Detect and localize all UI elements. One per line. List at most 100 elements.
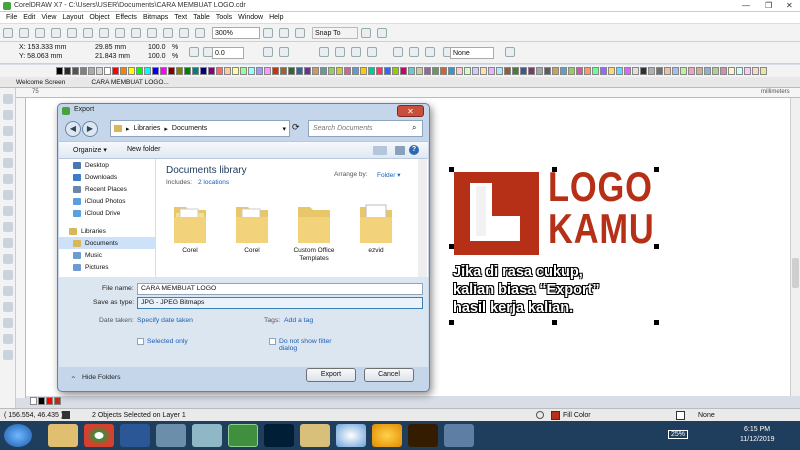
swatch-black[interactable] [38, 397, 45, 405]
open-icon[interactable] [19, 27, 29, 38]
includes-locations-link[interactable]: 2 locations [198, 179, 229, 186]
organize-button[interactable]: Organize ▾ [73, 146, 107, 154]
dialog-close-button[interactable]: ✕ [397, 105, 424, 117]
preview-pane-icon[interactable] [395, 146, 405, 155]
new-icon[interactable] [3, 27, 13, 38]
selection-handle[interactable] [552, 320, 557, 325]
palette-swatch[interactable] [200, 67, 207, 75]
palette-swatch[interactable] [416, 67, 423, 75]
cancel-button[interactable]: Cancel [364, 368, 414, 382]
snap-to-dropdown[interactable]: Snap To [312, 26, 358, 39]
palette-swatch[interactable] [520, 67, 527, 75]
palette-swatch[interactable] [640, 67, 647, 75]
parallel-dimension-tool-icon[interactable] [2, 254, 13, 264]
nav-item[interactable]: Music [59, 249, 155, 261]
scrollbar-thumb[interactable] [792, 258, 799, 288]
freehand-tool-icon[interactable] [2, 158, 13, 168]
ungroup-all-icon[interactable] [367, 47, 377, 57]
palette-swatch[interactable] [72, 67, 79, 75]
palette-swatch[interactable] [104, 67, 111, 75]
caption-text[interactable]: Jika di rasa cukup, kalian biasa “Export… [453, 263, 600, 317]
palette-swatch[interactable] [320, 67, 327, 75]
drop-shadow-tool-icon[interactable] [2, 286, 13, 296]
menu-text[interactable]: Text [174, 14, 187, 21]
nav-item[interactable]: Recent Places [59, 183, 155, 195]
palette-swatch[interactable] [448, 67, 455, 75]
menu-view[interactable]: View [41, 14, 56, 21]
palette-swatch[interactable] [688, 67, 695, 75]
address-bar[interactable]: ▸ Libraries ▸ Documents ▾ [110, 120, 290, 137]
maximize-button[interactable]: ❐ [765, 1, 772, 10]
palette-swatch[interactable] [616, 67, 623, 75]
word-icon[interactable] [120, 424, 150, 447]
folder-icon[interactable] [358, 199, 394, 245]
palette-swatch[interactable] [352, 67, 359, 75]
palette-swatch[interactable] [368, 67, 375, 75]
logo-text[interactable]: LOGO KAMU [548, 166, 655, 250]
palette-swatch[interactable] [288, 67, 295, 75]
menu-table[interactable]: Table [193, 14, 210, 21]
palette-swatch[interactable] [256, 67, 263, 75]
chrome-icon[interactable] [84, 424, 114, 447]
clock-date[interactable]: 11/12/2019 [740, 436, 775, 443]
rotation-field[interactable]: 0.0 [212, 47, 244, 59]
palette-swatch[interactable] [128, 67, 135, 75]
nav-item[interactable]: Documents [59, 237, 155, 249]
save-icon[interactable] [35, 27, 45, 38]
outline-color-swatch[interactable] [676, 411, 685, 420]
palette-swatch[interactable] [392, 67, 399, 75]
palette-swatch[interactable] [272, 67, 279, 75]
app-icon[interactable] [156, 424, 186, 447]
palette-swatch[interactable] [456, 67, 463, 75]
x-position-field[interactable]: X: 153.333 mm [19, 44, 66, 51]
file-item-label[interactable]: Corel [222, 247, 282, 255]
nav-item[interactable]: Pictures [59, 261, 155, 273]
start-button[interactable] [4, 424, 32, 447]
palette-swatch[interactable] [680, 67, 687, 75]
breadcrumb-libraries[interactable]: Libraries [134, 125, 161, 132]
palette-swatch[interactable] [240, 67, 247, 75]
forward-arrow-icon[interactable]: ▶ [82, 121, 98, 137]
height-field[interactable]: 21.843 mm [95, 53, 130, 60]
swatch-brand[interactable] [54, 397, 61, 405]
palette-swatch[interactable] [592, 67, 599, 75]
help-icon[interactable]: ? [409, 145, 419, 155]
palette-swatch[interactable] [80, 67, 87, 75]
scale-width-field[interactable]: 100.0 [148, 44, 166, 51]
export-button[interactable]: Export [306, 368, 356, 382]
palette-swatch[interactable] [232, 67, 239, 75]
palette-swatch[interactable] [400, 67, 407, 75]
options-icon[interactable] [361, 27, 371, 38]
selection-handle[interactable] [654, 167, 659, 172]
palette-swatch[interactable] [648, 67, 655, 75]
crop-tool-icon[interactable] [2, 126, 13, 136]
arrange-by-dropdown[interactable]: Folder ▾ [377, 171, 401, 179]
combine-icon[interactable] [319, 47, 329, 57]
palette-swatch[interactable] [344, 67, 351, 75]
palette-swatch[interactable] [192, 67, 199, 75]
palette-swatch[interactable] [528, 67, 535, 75]
palette-swatch[interactable] [56, 67, 63, 75]
connector-tool-icon[interactable] [2, 270, 13, 280]
palette-swatch[interactable] [568, 67, 575, 75]
vertical-scrollbar[interactable] [790, 98, 800, 396]
file-item-label[interactable]: Corel [160, 247, 220, 255]
illustrator-icon[interactable] [408, 424, 438, 447]
y-position-field[interactable]: Y: 58.063 mm [19, 53, 62, 60]
palette-swatch[interactable] [720, 67, 727, 75]
mirror-horizontal-icon[interactable] [263, 47, 273, 57]
show-rulers-icon[interactable] [279, 27, 289, 38]
palette-swatch[interactable] [336, 67, 343, 75]
undo-icon[interactable] [115, 27, 125, 38]
palette-swatch[interactable] [64, 67, 71, 75]
nav-item[interactable]: iCloud Drive [59, 207, 155, 219]
artistic-media-tool-icon[interactable] [2, 174, 13, 184]
palette-swatch[interactable] [248, 67, 255, 75]
group-icon[interactable] [335, 47, 345, 57]
palette-swatch[interactable] [480, 67, 487, 75]
swatch-red[interactable] [46, 397, 53, 405]
selection-handle[interactable] [552, 167, 557, 172]
palette-swatch[interactable] [584, 67, 591, 75]
file-explorer-icon[interactable] [48, 424, 78, 447]
palette-swatch[interactable] [752, 67, 759, 75]
